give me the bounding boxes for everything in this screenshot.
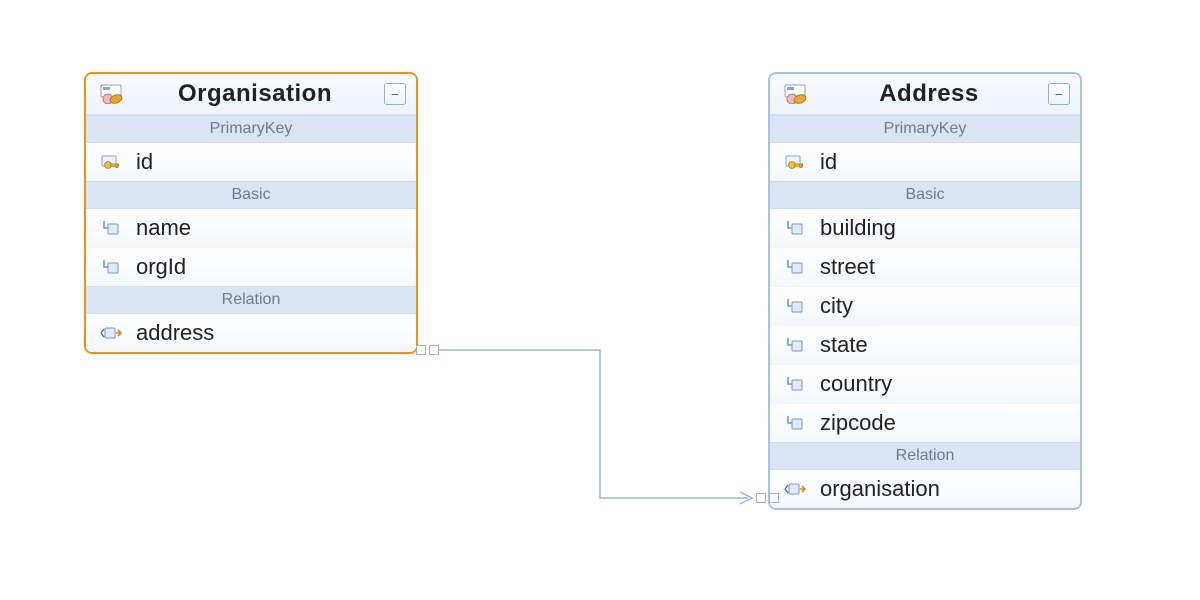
field-icon xyxy=(782,336,808,354)
entity-title: Organisation xyxy=(126,80,384,108)
field-icon xyxy=(782,258,808,276)
field-name: id xyxy=(820,149,837,175)
section-label-basic: Basic xyxy=(770,181,1080,209)
field-name: state xyxy=(820,332,868,358)
connector-port[interactable] xyxy=(769,493,779,503)
field-row[interactable]: street xyxy=(770,247,1080,286)
field-row[interactable]: building xyxy=(770,209,1080,247)
field-icon xyxy=(782,219,808,237)
entity-header[interactable]: Address − xyxy=(770,74,1080,115)
entity-address[interactable]: Address − PrimaryKey id Basic building xyxy=(768,72,1082,510)
section-label-basic: Basic xyxy=(86,181,416,209)
field-name: country xyxy=(820,371,892,397)
field-name: zipcode xyxy=(820,410,896,436)
entity-icon xyxy=(780,84,810,104)
diagram-canvas[interactable]: Organisation − PrimaryKey id Basic xyxy=(0,0,1200,600)
field-name: organisation xyxy=(820,476,940,502)
field-row[interactable]: orgId xyxy=(86,247,416,286)
field-name: building xyxy=(820,215,896,241)
connector-port[interactable] xyxy=(756,493,766,503)
field-icon xyxy=(98,219,124,237)
field-name: id xyxy=(136,149,153,175)
section-label-primarykey: PrimaryKey xyxy=(86,115,416,143)
relation-icon xyxy=(98,324,124,342)
field-name: city xyxy=(820,293,853,319)
relation-icon xyxy=(782,480,808,498)
section-label-relation: Relation xyxy=(770,442,1080,470)
section-label-primarykey: PrimaryKey xyxy=(770,115,1080,143)
entity-title: Address xyxy=(810,80,1048,108)
field-row[interactable]: city xyxy=(770,286,1080,325)
entity-header[interactable]: Organisation − xyxy=(86,74,416,115)
key-icon xyxy=(98,154,124,170)
field-row[interactable]: organisation xyxy=(770,470,1080,508)
field-row[interactable]: address xyxy=(86,314,416,352)
entity-organisation[interactable]: Organisation − PrimaryKey id Basic xyxy=(84,72,418,354)
field-name: address xyxy=(136,320,214,346)
connector-port[interactable] xyxy=(416,345,426,355)
field-row[interactable]: id xyxy=(770,143,1080,181)
field-row[interactable]: name xyxy=(86,209,416,247)
collapse-button[interactable]: − xyxy=(1048,83,1070,105)
field-icon xyxy=(782,414,808,432)
entity-icon xyxy=(96,84,126,104)
field-icon xyxy=(98,258,124,276)
field-icon xyxy=(782,375,808,393)
field-row[interactable]: id xyxy=(86,143,416,181)
field-row[interactable]: state xyxy=(770,325,1080,364)
connector-port[interactable] xyxy=(429,345,439,355)
field-icon xyxy=(782,297,808,315)
field-row[interactable]: country xyxy=(770,364,1080,403)
section-label-relation: Relation xyxy=(86,286,416,314)
field-name: orgId xyxy=(136,254,186,280)
field-row[interactable]: zipcode xyxy=(770,403,1080,442)
field-name: name xyxy=(136,215,191,241)
collapse-button[interactable]: − xyxy=(384,83,406,105)
key-icon xyxy=(782,154,808,170)
field-name: street xyxy=(820,254,875,280)
